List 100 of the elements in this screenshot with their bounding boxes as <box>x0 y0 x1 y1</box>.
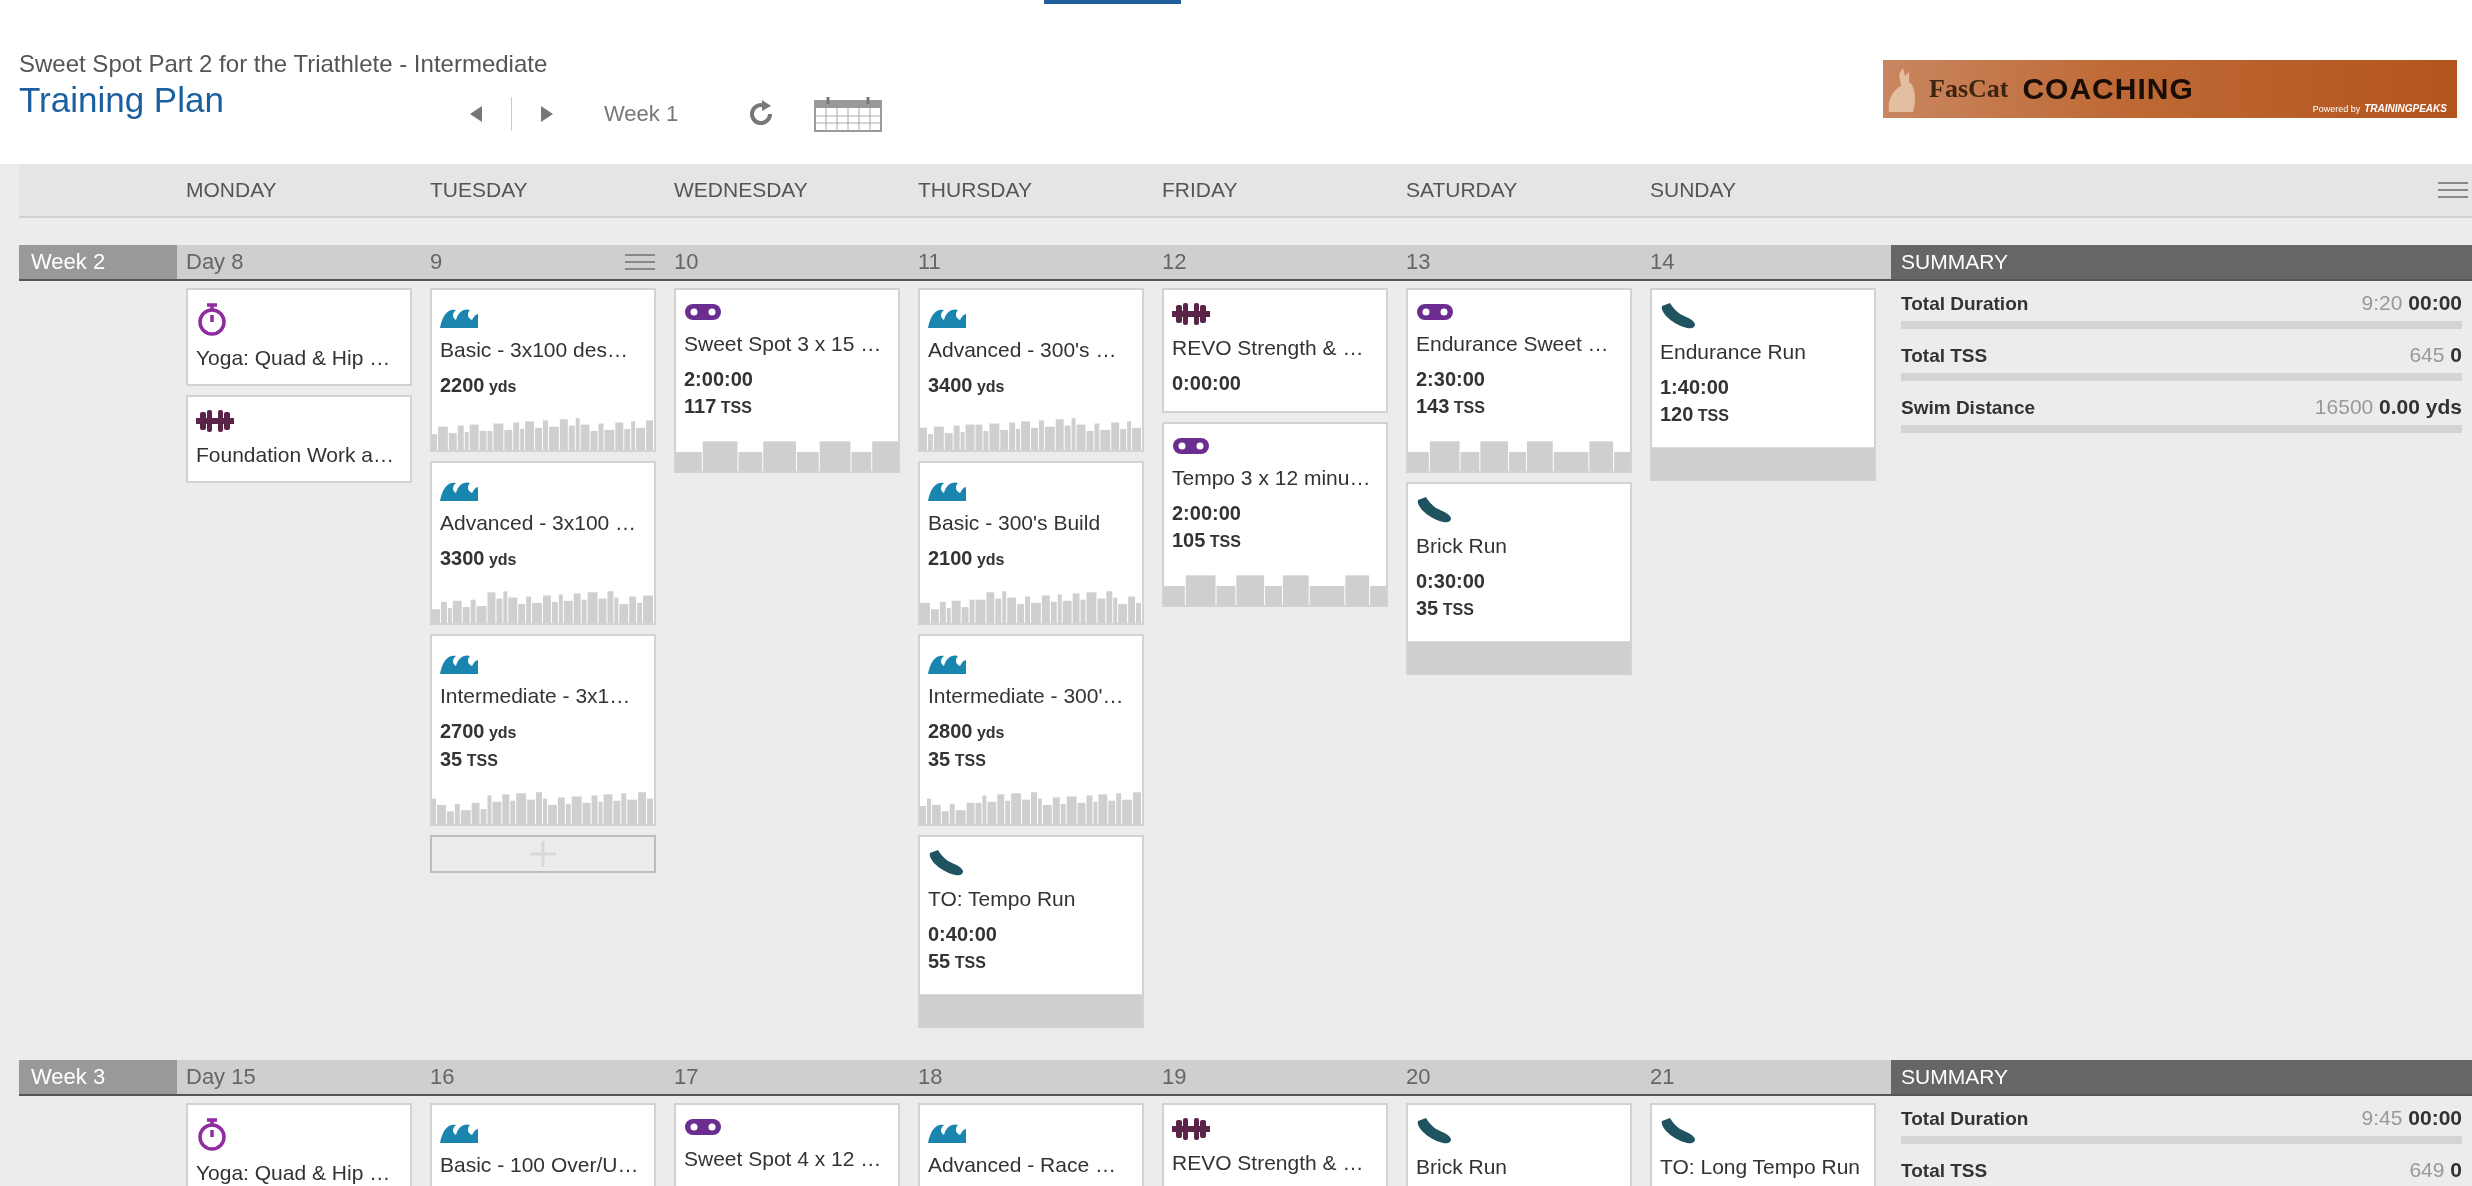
workout-title: Advanced - Race … <box>928 1153 1116 1177</box>
weekday-label: THURSDAY <box>917 178 1033 202</box>
weekday-label: MONDAY <box>185 178 278 202</box>
workout-card[interactable]: REVO Strength & … 0:00:00 <box>1162 288 1388 413</box>
shoe-icon <box>1416 496 1452 524</box>
dumbbell-icon <box>1172 1117 1210 1141</box>
workout-stat: 2:00:00 <box>1172 501 1241 526</box>
summary-value: 9:20 00:00 <box>2361 291 2462 315</box>
weekday-label: WEDNESDAY <box>673 178 809 202</box>
workout-card[interactable]: Tempo 3 x 12 minu… 2:00:00 105 TSS <box>1162 422 1388 607</box>
workout-stat: 3400 yds <box>928 373 1005 398</box>
day-number: 17 <box>674 1064 699 1090</box>
workout-title: Endurance Run <box>1660 340 1806 364</box>
workout-card[interactable]: Advanced - Race … <box>918 1103 1144 1186</box>
chain-link-icon <box>1172 436 1210 456</box>
workout-card[interactable]: Endurance Sweet … 2:30:00 143 TSS <box>1406 288 1632 473</box>
chain-link-icon <box>684 302 722 322</box>
workout-card[interactable]: Advanced - 300's … 3400 yds <box>918 288 1144 452</box>
day-number: Day 8 <box>186 249 244 275</box>
workout-card[interactable]: Basic - 100 Over/U… <box>430 1103 656 1186</box>
workout-stat: 2200 yds <box>440 373 517 398</box>
workout-card[interactable]: Basic - 300's Build 2100 yds <box>918 461 1144 625</box>
summary-value: 9:45 00:00 <box>2361 1106 2462 1130</box>
workout-card[interactable]: TO: Tempo Run 0:40:00 55 TSS <box>918 835 1144 1028</box>
workout-title: Yoga: Quad & Hip … <box>196 346 391 370</box>
workout-title: TO: Long Tempo Run <box>1660 1155 1860 1179</box>
summary-label: Total Duration <box>1901 293 2029 315</box>
stopwatch-icon <box>196 302 228 336</box>
menu-icon[interactable] <box>2438 181 2468 199</box>
workout-stat: 117 TSS <box>684 394 752 419</box>
workout-stat: 35 TSS <box>928 747 986 772</box>
day-number: 16 <box>430 1064 455 1090</box>
day-menu-icon[interactable] <box>625 253 655 271</box>
right-triangle-icon <box>540 105 554 123</box>
workout-title: Yoga: Quad & Hip … <box>196 1161 391 1185</box>
weekday-label: SUNDAY <box>1649 178 1737 202</box>
weekday-label: TUESDAY <box>429 178 529 202</box>
summary-value: 645 0 <box>2409 343 2462 367</box>
workout-title: REVO Strength & … <box>1172 336 1364 360</box>
dumbbell-icon <box>196 409 234 433</box>
workout-card[interactable]: Intermediate - 3x1… 2700 yds 35 TSS <box>430 634 656 826</box>
workout-stat: 55 TSS <box>928 949 986 974</box>
workout-stat: 1:40:00 <box>1660 375 1729 400</box>
workout-title: Endurance Sweet … <box>1416 332 1609 356</box>
workout-card[interactable]: Advanced - 3x100 … 3300 yds <box>430 461 656 625</box>
weekday-label: SATURDAY <box>1405 178 1519 202</box>
workout-card[interactable]: Foundation Work a… <box>186 395 412 483</box>
workout-title: Basic - 100 Over/U… <box>440 1153 639 1177</box>
workout-card[interactable]: Yoga: Quad & Hip … <box>186 288 412 386</box>
workout-title: Advanced - 3x100 … <box>440 511 637 535</box>
week-label: Week 2 <box>19 245 177 279</box>
workout-title: Intermediate - 3x1… <box>440 684 631 708</box>
workout-stat: 0:40:00 <box>928 922 997 947</box>
workout-title: TO: Tempo Run <box>928 887 1076 911</box>
day-number: 12 <box>1162 249 1187 275</box>
page-title: Training Plan <box>19 80 224 120</box>
day-number: 20 <box>1406 1064 1431 1090</box>
workout-card[interactable]: Brick Run 0:30:00 35 TSS <box>1406 482 1632 675</box>
workout-card[interactable]: Sweet Spot 3 x 15 … 2:00:00 117 TSS <box>674 288 900 473</box>
workout-card[interactable]: Sweet Spot 4 x 12 … <box>674 1103 900 1186</box>
shoe-icon <box>1660 302 1696 330</box>
workout-card[interactable]: REVO Strength & … <box>1162 1103 1388 1186</box>
workout-card[interactable]: Intermediate - 300'… 2800 yds 35 TSS <box>918 634 1144 826</box>
workout-stat: 143 TSS <box>1416 394 1485 419</box>
calendar-icon <box>814 96 883 132</box>
workout-card[interactable]: TO: Long Tempo Run <box>1650 1103 1876 1186</box>
day-number: 21 <box>1650 1064 1675 1090</box>
workout-stat: 35 TSS <box>440 747 498 772</box>
summary-value: 16500 0.00 yds <box>2314 395 2462 419</box>
day-number: 11 <box>918 249 941 275</box>
workout-stat: 0:30:00 <box>1416 569 1485 594</box>
day-number: 10 <box>674 249 699 275</box>
workout-title: Sweet Spot 3 x 15 … <box>684 332 882 356</box>
summary-header: SUMMARY <box>1891 1060 2472 1094</box>
workout-title: Brick Run <box>1416 1155 1508 1179</box>
workout-stat: 2:30:00 <box>1416 367 1485 392</box>
workout-stat: 2:00:00 <box>684 367 753 392</box>
workout-title: REVO Strength & … <box>1172 1151 1364 1175</box>
weekday-label: FRIDAY <box>1161 178 1239 202</box>
workout-card[interactable]: Brick Run <box>1406 1103 1632 1186</box>
workout-title: Intermediate - 300'… <box>928 684 1124 708</box>
day-number: 13 <box>1406 249 1431 275</box>
workout-card[interactable]: Basic - 3x100 des… 2200 yds <box>430 288 656 452</box>
summary-label: Total Duration <box>1901 1108 2029 1130</box>
left-triangle-icon <box>469 105 483 123</box>
workout-title: Foundation Work a… <box>196 443 395 467</box>
summary-label: Total TSS <box>1901 345 1988 367</box>
stopwatch-icon <box>196 1117 228 1151</box>
workout-title: Sweet Spot 4 x 12 … <box>684 1147 882 1171</box>
workout-card[interactable]: Endurance Run 1:40:00 120 TSS <box>1650 288 1876 481</box>
shoe-icon <box>1416 1117 1452 1145</box>
workout-title: Tempo 3 x 12 minu… <box>1172 466 1371 490</box>
day-number: 19 <box>1162 1064 1187 1090</box>
workout-card[interactable]: Yoga: Quad & Hip … <box>186 1103 412 1186</box>
workout-stat: 120 TSS <box>1660 402 1729 427</box>
workout-stat: 0:00:00 <box>1172 371 1241 396</box>
week-label: Week 3 <box>19 1060 177 1094</box>
add-workout-button[interactable] <box>430 835 656 873</box>
day-number: Day 15 <box>186 1064 256 1090</box>
workout-stat: 3300 yds <box>440 546 517 571</box>
